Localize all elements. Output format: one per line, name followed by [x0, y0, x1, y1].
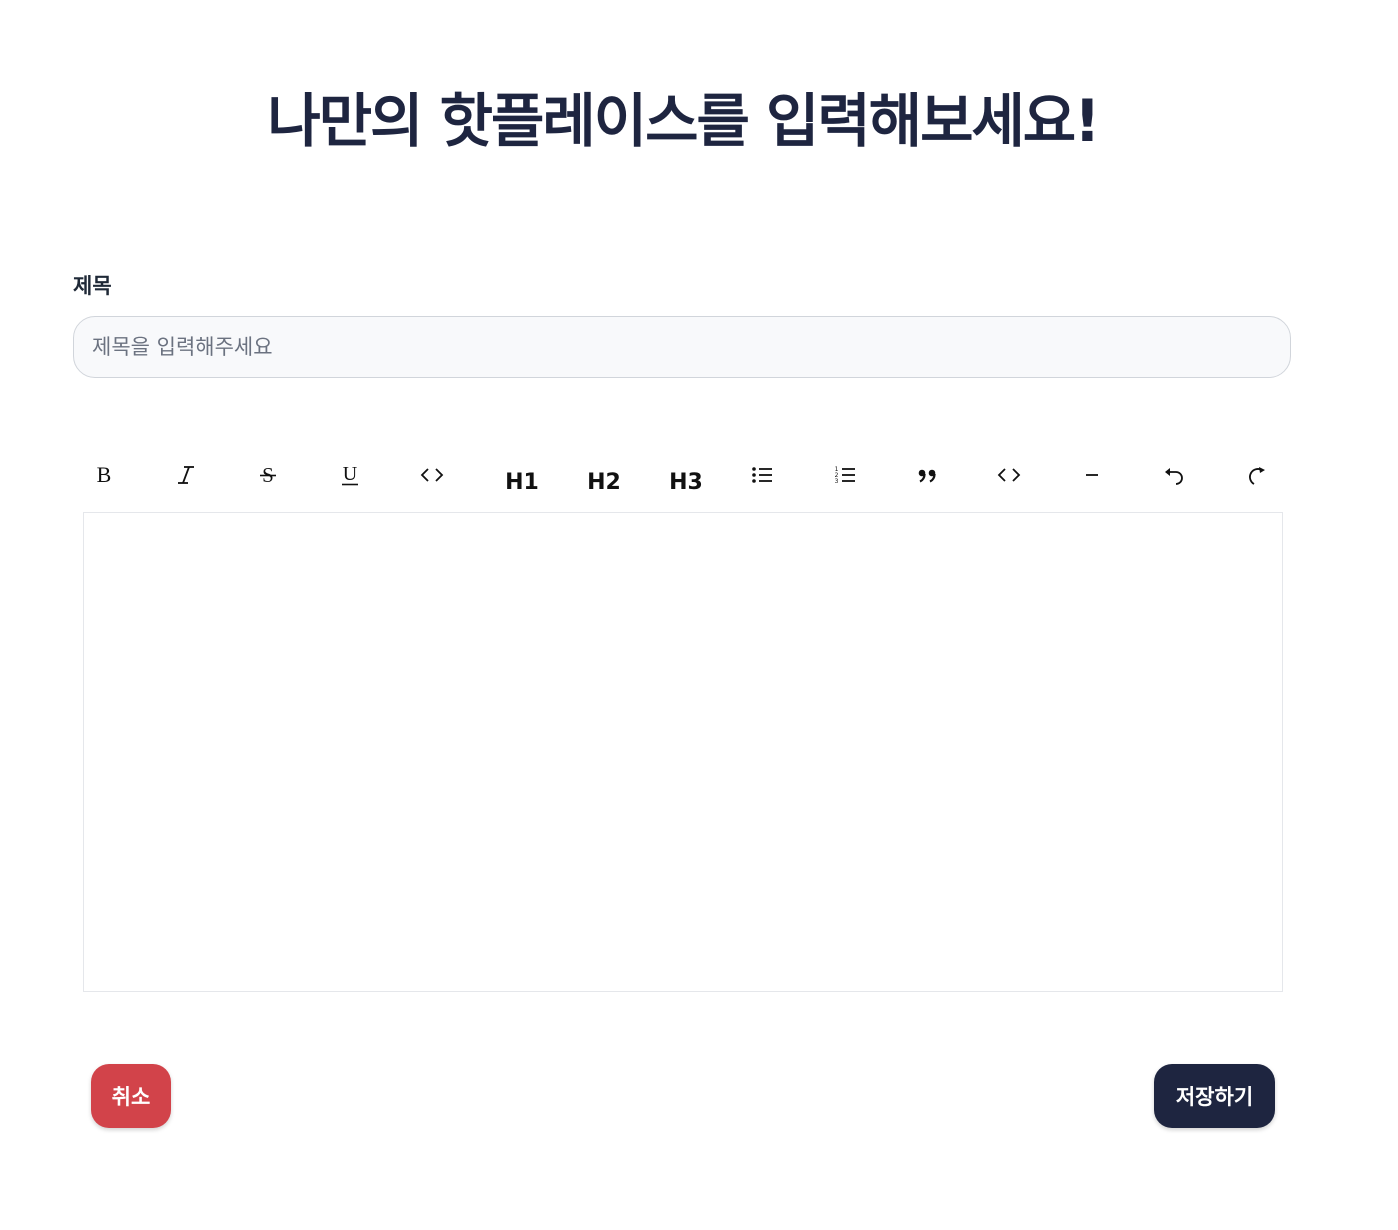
horizontal-rule-icon	[1086, 474, 1098, 476]
undo-button[interactable]	[1133, 447, 1215, 503]
save-button[interactable]: 저장하기	[1154, 1064, 1275, 1128]
ordered-list-icon: 1 2 3	[835, 466, 855, 485]
code-button[interactable]	[391, 447, 473, 503]
underline-button[interactable]: U	[309, 447, 391, 503]
strikethrough-icon: S	[260, 463, 276, 487]
strikethrough-button[interactable]: S	[227, 447, 309, 503]
ordered-list-button[interactable]: 1 2 3	[804, 447, 886, 503]
bold-button[interactable]: B	[63, 447, 145, 503]
heading-3-button[interactable]: H3	[645, 447, 727, 503]
italic-button[interactable]	[145, 447, 227, 503]
italic-icon	[178, 466, 194, 484]
code-icon	[420, 468, 444, 482]
svg-text:U: U	[343, 463, 358, 485]
svg-text:B: B	[97, 463, 112, 487]
heading-2-button[interactable]: H2	[563, 447, 645, 503]
undo-icon	[1165, 468, 1183, 485]
svg-text:3: 3	[835, 478, 839, 485]
editor-toolbar: B S U H1 H2 H3 1 2 3	[63, 447, 1299, 503]
title-field-label: 제목	[73, 274, 112, 298]
code-block-icon	[997, 468, 1021, 482]
title-input[interactable]	[73, 316, 1291, 378]
bullet-list-button[interactable]	[721, 447, 803, 503]
heading-1-button[interactable]: H1	[481, 447, 563, 503]
redo-icon	[1249, 467, 1265, 485]
cancel-button[interactable]: 취소	[91, 1064, 171, 1128]
quote-icon	[918, 469, 936, 483]
horizontal-rule-button[interactable]	[1051, 447, 1133, 503]
underline-icon: U	[342, 463, 358, 486]
page-title: 나만의 핫플레이스를 입력해보세요!	[267, 86, 1100, 155]
bold-icon: B	[97, 463, 112, 487]
bullet-list-icon	[752, 467, 772, 483]
redo-button[interactable]	[1215, 447, 1297, 503]
blockquote-button[interactable]	[886, 447, 968, 503]
content-editor[interactable]	[83, 512, 1283, 992]
code-block-button[interactable]	[968, 447, 1050, 503]
